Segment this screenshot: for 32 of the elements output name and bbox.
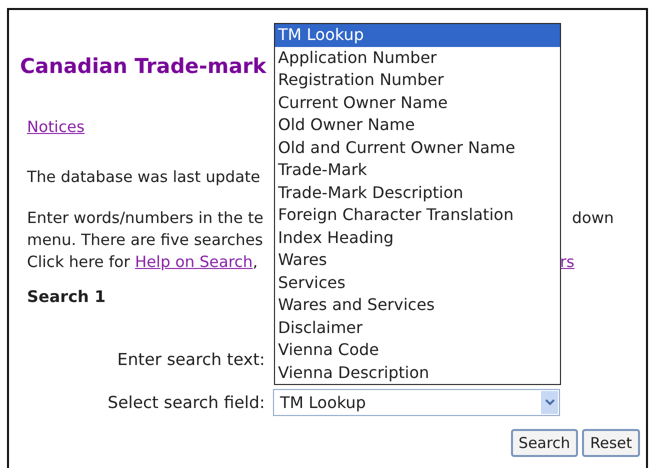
dropdown-option[interactable]: Old Owner Name xyxy=(275,114,560,136)
dropdown-option[interactable]: Registration Number xyxy=(275,69,560,92)
instruction-text: down xyxy=(572,208,615,229)
dropdown-option[interactable]: Trade-Mark xyxy=(275,159,560,182)
help-link[interactable]: Help on Search xyxy=(134,253,253,271)
dropdown-option[interactable]: Disclaimer xyxy=(275,316,560,339)
dropdown-option[interactable]: Index Heading xyxy=(275,226,560,249)
search-field-select[interactable]: TM Lookup xyxy=(273,389,560,416)
dropdown-option[interactable]: Old and Current Owner Name xyxy=(275,136,560,159)
help-link[interactable]: rs xyxy=(560,251,646,273)
dropdown-option[interactable]: TM Lookup xyxy=(275,24,560,46)
instruction-text: Enter words/numbers in the te xyxy=(27,208,264,229)
update-text: The database was last update xyxy=(27,168,260,186)
comma-text: , xyxy=(252,253,258,271)
dropdown-option[interactable]: Trade-Mark Description xyxy=(275,182,560,204)
dropdown-option[interactable]: Wares and Services xyxy=(275,294,560,316)
dropdown-option[interactable]: Foreign Character Translation xyxy=(275,204,560,226)
notices-link[interactable]: Notices xyxy=(27,118,85,136)
form-button[interactable]: Reset xyxy=(582,429,640,457)
help-text: Click here for xyxy=(27,253,130,271)
page-heading: Canadian Trade-mark xyxy=(20,54,266,78)
field-label: Enter search text: xyxy=(116,350,265,368)
form-button[interactable]: Search xyxy=(510,429,578,457)
dropdown-option[interactable]: Current Owner Name xyxy=(275,92,560,114)
dropdown-option[interactable]: Vienna Code xyxy=(275,339,560,362)
dropdown-option[interactable]: Vienna Description xyxy=(275,362,560,384)
dropdown-option[interactable]: Application Number xyxy=(275,46,560,69)
dropdown-option[interactable]: Services xyxy=(275,272,560,294)
section-title: Search 1 xyxy=(27,287,106,306)
instruction-text: menu. There are five searches xyxy=(27,230,264,251)
field-label: Select search field: xyxy=(106,393,265,412)
dropdown-option[interactable]: Wares xyxy=(275,249,560,272)
